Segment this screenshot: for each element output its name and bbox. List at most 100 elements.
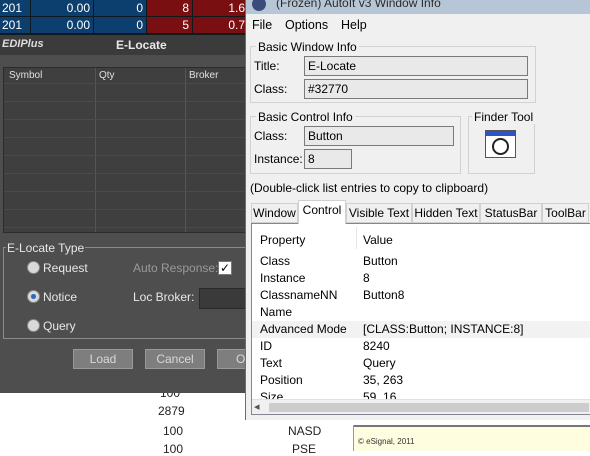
list-row[interactable]: Name xyxy=(252,304,590,321)
locate-grid[interactable]: Symbol Qty Broker xyxy=(3,67,249,233)
quote-cell: 5 xyxy=(147,17,192,33)
row-value: 35, 263 xyxy=(363,373,404,387)
row-property: ID xyxy=(260,339,272,353)
radio-query-label[interactable]: Query xyxy=(43,319,76,333)
background-quote-grid: 201 0.00 0 8 1.6 201 0.00 0 5 0.7 xyxy=(0,0,248,35)
copyright-panel: © eSignal, 2011 xyxy=(353,425,590,451)
list-row[interactable]: Position 35, 263 xyxy=(252,372,590,389)
row-property: Text xyxy=(260,356,283,370)
instance-field[interactable]: 8 xyxy=(304,149,352,169)
grid-line xyxy=(4,83,248,84)
list-row[interactable]: Advanced Mode [CLASS:Button; INSTANCE:8] xyxy=(252,321,590,338)
title-label: Title: xyxy=(254,59,280,73)
row-value: Query xyxy=(363,356,396,370)
cancel-button[interactable]: Cancel xyxy=(145,349,205,369)
menu-help[interactable]: Help xyxy=(341,18,367,32)
finder-titlebar-graphic xyxy=(486,131,515,136)
quote-cell: 8 xyxy=(147,0,192,16)
grid-divider xyxy=(95,68,96,232)
grid-divider xyxy=(185,68,186,232)
quote-row: 201 0.00 0 8 1.6 xyxy=(0,0,248,17)
autoit-app-icon xyxy=(252,0,266,11)
quote-cell: 201 xyxy=(0,17,30,33)
row-property: Advanced Mode xyxy=(260,322,347,336)
class-field[interactable]: #32770 xyxy=(304,79,528,99)
quote-row: 201 0.00 0 5 0.7 xyxy=(0,17,248,34)
grid-line xyxy=(4,101,248,102)
scrollbar-thumb[interactable] xyxy=(269,403,589,412)
background-exchange: NASD xyxy=(288,424,322,438)
quote-cell: 0.7 xyxy=(193,17,248,33)
basic-control-info-legend: Basic Control Info xyxy=(256,110,355,124)
tab-visible-text[interactable]: Visible Text xyxy=(346,203,412,223)
finder-tool-legend: Finder Tool xyxy=(472,110,536,124)
quote-cell: 201 xyxy=(0,0,30,16)
crosshair-icon xyxy=(492,138,509,155)
tab-control[interactable]: Control xyxy=(298,200,346,224)
column-header-symbol[interactable]: Symbol xyxy=(9,70,42,81)
list-row[interactable]: Text Query xyxy=(252,355,590,372)
elocate-titlebar[interactable]: EDIPlus E-Locate xyxy=(0,35,249,55)
quote-cell: 0 xyxy=(94,0,146,16)
radio-query[interactable] xyxy=(27,319,40,332)
copy-hint: (Double-click list entries to copy to cl… xyxy=(250,181,489,195)
grid-line xyxy=(4,209,248,210)
control-class-field[interactable]: Button xyxy=(304,126,454,146)
background-exchange: PSE xyxy=(292,442,317,456)
radio-request-label[interactable]: Request xyxy=(43,261,88,275)
instance-label: Instance: xyxy=(254,152,303,166)
list-row[interactable]: Class Button xyxy=(252,253,590,270)
radio-notice-label[interactable]: Notice xyxy=(43,290,77,304)
column-header-qty[interactable]: Qty xyxy=(99,70,115,81)
header-divider xyxy=(356,227,357,249)
loc-broker-label: Loc Broker: xyxy=(133,290,195,304)
column-header-property[interactable]: Property xyxy=(260,233,305,247)
column-header-value[interactable]: Value xyxy=(363,233,393,247)
basic-window-info-legend: Basic Window Info xyxy=(256,40,359,54)
row-property: Class xyxy=(260,254,291,268)
column-header-broker[interactable]: Broker xyxy=(189,70,218,81)
horizontal-scrollbar[interactable]: ◂ xyxy=(252,399,590,414)
list-row[interactable]: ID 8240 xyxy=(252,338,590,355)
radio-request[interactable] xyxy=(27,261,40,274)
list-row[interactable]: ClassnameNN Button8 xyxy=(252,287,590,304)
row-property: ClassnameNN xyxy=(260,288,338,302)
copyright-text: © eSignal, 2011 xyxy=(358,437,415,446)
scroll-left-icon[interactable]: ◂ xyxy=(254,400,260,413)
tab-toolbar[interactable]: ToolBar xyxy=(542,203,589,223)
window-title: (Frozen) AutoIt v3 Window Info xyxy=(276,0,441,10)
dialog-title: E-Locate xyxy=(116,38,167,52)
radio-notice[interactable] xyxy=(27,290,40,303)
class-label: Class: xyxy=(254,82,288,96)
auto-response-checkbox[interactable]: ✓ xyxy=(218,261,232,275)
title-field[interactable]: E-Locate xyxy=(304,56,528,76)
tab-window[interactable]: Window xyxy=(251,203,298,223)
background-number: 100 xyxy=(163,424,184,438)
background-number: 2879 xyxy=(158,404,185,418)
loc-broker-input[interactable] xyxy=(199,288,249,309)
row-value: Button xyxy=(363,254,398,268)
list-row[interactable]: Instance 8 xyxy=(252,270,590,287)
ediplus-logo: EDIPlus xyxy=(2,38,44,50)
row-property: Name xyxy=(260,305,293,319)
elocate-dialog: EDIPlus E-Locate Symbol Qty Broker E-Loc… xyxy=(0,35,249,393)
row-value: 8 xyxy=(363,271,370,285)
row-value: [CLASS:Button; INSTANCE:8] xyxy=(363,322,524,336)
load-button[interactable]: Load xyxy=(73,349,133,369)
property-list[interactable]: Property Value Class Button Instance 8 Cla… xyxy=(251,223,590,415)
finder-tool-button[interactable] xyxy=(485,130,516,158)
list-header: Property Value xyxy=(252,224,590,252)
background-number: 100 xyxy=(163,442,184,456)
grid-line xyxy=(4,191,248,192)
auto-response-label: Auto Response: xyxy=(133,261,219,275)
tab-statusbar[interactable]: StatusBar xyxy=(480,203,542,223)
tab-hidden-text[interactable]: Hidden Text xyxy=(412,203,480,223)
menu-file[interactable]: File xyxy=(252,18,272,32)
autoit-titlebar[interactable]: (Frozen) AutoIt v3 Window Info xyxy=(246,0,590,14)
elocate-type-legend: E-Locate Type xyxy=(6,241,86,255)
menu-options[interactable]: Options xyxy=(285,18,328,32)
quote-cell: 0.00 xyxy=(31,0,93,16)
grid-line xyxy=(4,137,248,138)
row-property: Instance xyxy=(260,271,306,285)
control-class-label: Class: xyxy=(254,129,288,143)
